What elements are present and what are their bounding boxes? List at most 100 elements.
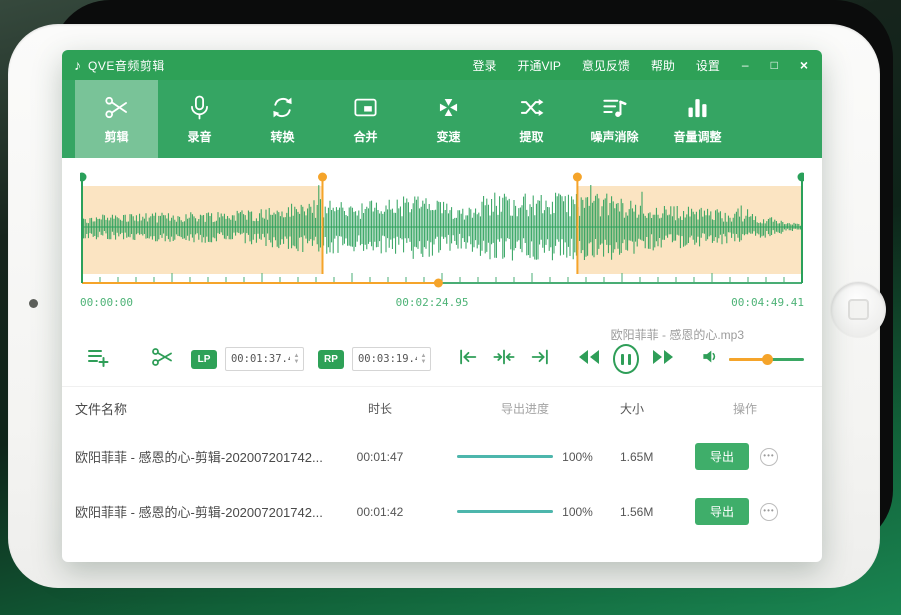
file-duration: 00:01:47 bbox=[325, 450, 435, 464]
left-point-input[interactable] bbox=[226, 353, 290, 365]
pause-bar bbox=[621, 354, 624, 365]
scissors-icon bbox=[103, 94, 130, 121]
snap-to-marker-icon[interactable] bbox=[492, 346, 516, 373]
tab-speed[interactable]: 变速 bbox=[407, 80, 490, 158]
jump-to-end-icon[interactable] bbox=[529, 346, 551, 373]
speed-dpad-icon bbox=[435, 94, 462, 121]
tab-label: 剪辑 bbox=[104, 128, 128, 145]
lp-spinner-down-icon[interactable]: ▼ bbox=[294, 359, 300, 365]
progress-percent: 100% bbox=[562, 450, 593, 464]
waveform-display[interactable] bbox=[80, 170, 804, 290]
progress-bar-fill bbox=[457, 510, 553, 513]
jump-to-start-icon[interactable] bbox=[457, 346, 479, 373]
menu-settings[interactable]: 设置 bbox=[696, 57, 720, 74]
noise-removal-icon bbox=[601, 94, 628, 121]
tab-noise-removal[interactable]: 噪声消除 bbox=[573, 80, 656, 158]
lp-spinner[interactable]: ▲▼ bbox=[290, 353, 303, 365]
home-button-square bbox=[848, 299, 869, 320]
menu-help[interactable]: 帮助 bbox=[651, 57, 675, 74]
timeline-playhead-label: 00:02:24.95 bbox=[396, 296, 469, 309]
tab-volume-adjust[interactable]: 音量调整 bbox=[656, 80, 739, 158]
tab-record[interactable]: 录音 bbox=[158, 80, 241, 158]
export-button[interactable]: 导出 bbox=[695, 443, 749, 470]
more-options-icon[interactable]: ••• bbox=[760, 503, 778, 521]
left-point-badge[interactable]: LP bbox=[191, 350, 217, 369]
export-button[interactable]: 导出 bbox=[695, 498, 749, 525]
minimize-button[interactable]: – bbox=[742, 58, 749, 72]
header-action: 操作 bbox=[695, 400, 795, 417]
file-name: 欧阳菲菲 - 感恩的心-剪辑-202007201742... bbox=[75, 502, 325, 521]
file-duration: 00:01:42 bbox=[325, 505, 435, 519]
file-name: 欧阳菲菲 - 感恩的心-剪辑-202007201742... bbox=[75, 447, 325, 466]
add-files-icon[interactable] bbox=[86, 345, 110, 374]
convert-arrows-icon bbox=[269, 94, 296, 121]
edit-controls-row: LP ▲▼ RP ▲▼ bbox=[80, 342, 804, 376]
pause-button[interactable] bbox=[613, 344, 640, 374]
file-actions: 导出 ••• bbox=[695, 498, 795, 525]
left-point-timebox: ▲▼ bbox=[225, 347, 304, 371]
tab-extract[interactable]: 提取 bbox=[490, 80, 573, 158]
menu-login[interactable]: 登录 bbox=[472, 57, 496, 74]
app-window: ♪ QVE音频剪辑 登录 开通VIP 意见反馈 帮助 设置 – □ × 剪辑 录… bbox=[62, 50, 822, 562]
fast-forward-icon[interactable] bbox=[651, 347, 675, 372]
volume-slider-handle[interactable] bbox=[762, 354, 773, 365]
file-actions: 导出 ••• bbox=[695, 443, 795, 470]
progress-bar bbox=[457, 455, 553, 458]
progress-bar-fill bbox=[457, 455, 553, 458]
volume-bars-icon bbox=[684, 94, 711, 121]
tab-label: 转换 bbox=[270, 128, 294, 145]
table-row: 欧阳菲菲 - 感恩的心-剪辑-202007201742... 00:01:47 … bbox=[62, 429, 822, 484]
merge-pip-icon bbox=[352, 94, 379, 121]
file-size: 1.65M bbox=[615, 450, 695, 464]
tab-convert[interactable]: 转换 bbox=[241, 80, 324, 158]
maximize-button[interactable]: □ bbox=[771, 58, 778, 72]
music-note-icon: ♪ bbox=[74, 57, 81, 73]
tab-merge[interactable]: 合并 bbox=[324, 80, 407, 158]
tab-label: 噪声消除 bbox=[590, 128, 638, 145]
timeline-start-label: 00:00:00 bbox=[80, 296, 133, 309]
toolbar: 剪辑 录音 转换 合并 变速 提取 bbox=[62, 80, 822, 158]
progress-bar bbox=[457, 510, 553, 513]
table-header-row: 文件名称 时长 导出进度 大小 操作 bbox=[62, 387, 822, 429]
tab-label: 提取 bbox=[519, 128, 543, 145]
app-title: QVE音频剪辑 bbox=[88, 57, 165, 74]
table-row: 欧阳菲菲 - 感恩的心-剪辑-202007201742... 00:01:42 … bbox=[62, 484, 822, 539]
progress-percent: 100% bbox=[562, 505, 593, 519]
titlebar: ♪ QVE音频剪辑 登录 开通VIP 意见反馈 帮助 设置 – □ × bbox=[62, 50, 822, 80]
cut-tool-icon[interactable] bbox=[150, 345, 174, 374]
tab-label: 录音 bbox=[187, 128, 211, 145]
timeline-end-label: 00:04:49.41 bbox=[731, 296, 804, 309]
file-size: 1.56M bbox=[615, 505, 695, 519]
close-button[interactable]: × bbox=[800, 57, 808, 73]
photo-background: ♪ QVE音频剪辑 登录 开通VIP 意见反馈 帮助 设置 – □ × 剪辑 录… bbox=[0, 0, 901, 615]
more-options-icon[interactable]: ••• bbox=[760, 448, 778, 466]
rewind-icon[interactable] bbox=[577, 347, 601, 372]
rp-spinner[interactable]: ▲▼ bbox=[417, 353, 430, 365]
header-size: 大小 bbox=[615, 400, 695, 417]
rp-spinner-down-icon[interactable]: ▼ bbox=[420, 359, 426, 365]
current-file-label: 欧阳菲菲 - 感恩的心.mp3 bbox=[611, 326, 744, 343]
extract-shuffle-icon bbox=[518, 94, 545, 121]
home-button bbox=[831, 282, 886, 337]
file-progress: 100% bbox=[435, 450, 615, 464]
pause-bar bbox=[628, 354, 631, 365]
header-export-progress: 导出进度 bbox=[435, 400, 615, 417]
waveform-panel: 00:00:00 00:02:24.95 00:04:49.41 bbox=[80, 170, 804, 320]
menu-feedback[interactable]: 意见反馈 bbox=[582, 57, 630, 74]
tab-label: 合并 bbox=[353, 128, 377, 145]
tab-cut[interactable]: 剪辑 bbox=[75, 80, 158, 158]
volume-slider[interactable] bbox=[729, 358, 804, 361]
right-point-badge[interactable]: RP bbox=[318, 350, 344, 369]
right-point-input[interactable] bbox=[353, 353, 417, 365]
camera-dot bbox=[29, 299, 38, 308]
tab-label: 音量调整 bbox=[673, 128, 721, 145]
menu-open-vip[interactable]: 开通VIP bbox=[517, 57, 560, 74]
file-progress: 100% bbox=[435, 505, 615, 519]
tab-label: 变速 bbox=[436, 128, 460, 145]
microphone-icon bbox=[186, 94, 213, 121]
right-point-timebox: ▲▼ bbox=[352, 347, 431, 371]
speaker-icon[interactable] bbox=[701, 347, 720, 371]
file-table: 文件名称 时长 导出进度 大小 操作 欧阳菲菲 - 感恩的心-剪辑-202007… bbox=[62, 386, 822, 562]
timeline-labels: 00:00:00 00:02:24.95 00:04:49.41 bbox=[80, 296, 804, 309]
header-file-name: 文件名称 bbox=[75, 399, 325, 418]
